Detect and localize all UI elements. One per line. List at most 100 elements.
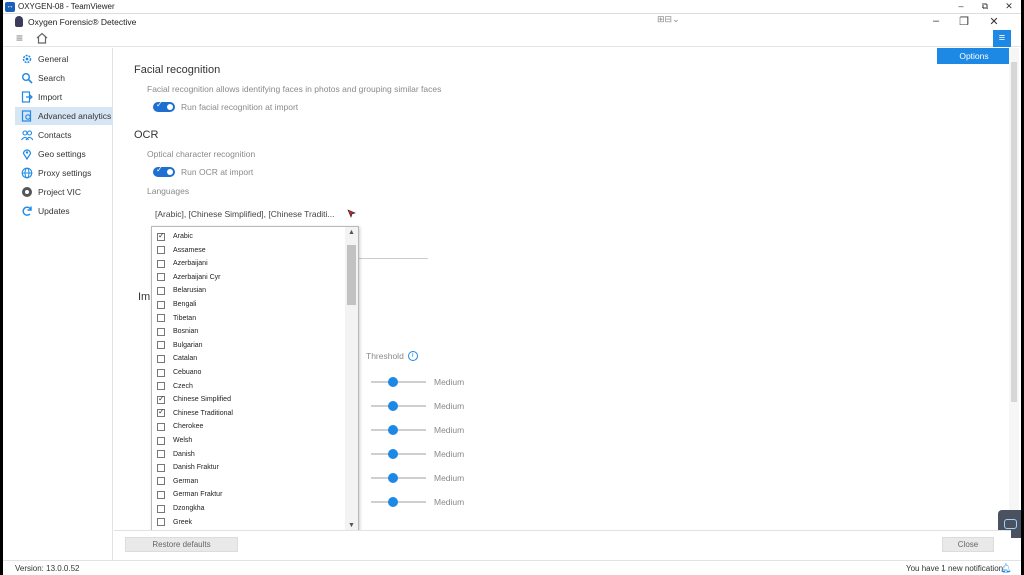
- language-option[interactable]: Greek: [157, 516, 192, 529]
- slider-knob[interactable]: [388, 449, 398, 459]
- language-option[interactable]: Danish: [157, 448, 195, 461]
- sidebar-item-import[interactable]: Import: [15, 88, 113, 106]
- language-option[interactable]: Cebuano: [157, 366, 201, 379]
- language-checkbox[interactable]: [157, 477, 165, 486]
- language-checkbox[interactable]: [157, 450, 165, 459]
- slider-knob[interactable]: [388, 425, 398, 435]
- sidebar-item-contacts[interactable]: Contacts: [15, 126, 113, 144]
- language-checkbox[interactable]: [157, 518, 165, 527]
- main-scrollbar[interactable]: [1009, 48, 1019, 530]
- scroll-up-icon[interactable]: ▲: [345, 227, 358, 239]
- language-option[interactable]: Bulgarian: [157, 339, 203, 352]
- threshold-slider[interactable]: [371, 377, 426, 387]
- language-checkbox[interactable]: [157, 504, 165, 513]
- threshold-slider[interactable]: [371, 497, 426, 507]
- language-option[interactable]: Chinese Simplified: [157, 393, 231, 406]
- sidebar-item-label: Geo settings: [38, 149, 86, 159]
- close-button[interactable]: Close: [942, 537, 994, 552]
- language-option[interactable]: Chinese Traditional: [157, 407, 233, 420]
- language-option[interactable]: Cherokee: [157, 420, 203, 433]
- language-option[interactable]: Welsh: [157, 434, 192, 447]
- threshold-slider[interactable]: [371, 473, 426, 483]
- language-checkbox[interactable]: [157, 382, 165, 391]
- home-icon[interactable]: [36, 32, 48, 46]
- language-checkbox[interactable]: [157, 407, 165, 418]
- ocr-toggle[interactable]: ✓: [153, 165, 175, 177]
- language-checkbox[interactable]: [157, 246, 165, 255]
- language-checkbox[interactable]: [157, 354, 165, 363]
- sidebar-item-label: Project VIC: [38, 187, 81, 197]
- bell-icon[interactable]: 🔔︎: [1000, 563, 1011, 574]
- language-checkbox[interactable]: [157, 286, 165, 295]
- slider-knob[interactable]: [388, 497, 398, 507]
- language-option[interactable]: German: [157, 475, 198, 488]
- language-checkbox[interactable]: [157, 314, 165, 323]
- threshold-slider[interactable]: [371, 449, 426, 459]
- sidebar-item-project-vic[interactable]: Project VIC: [15, 183, 113, 201]
- language-option[interactable]: Czech: [157, 380, 193, 393]
- languages-select[interactable]: [Arabic], [Chinese Simplified], [Chinese…: [155, 209, 335, 219]
- teamviewer-title: OXYGEN-08 - TeamViewer: [18, 2, 115, 11]
- facial-recognition-toggle-label: Run facial recognition at import: [181, 102, 299, 112]
- language-option[interactable]: Danish Fraktur: [157, 461, 219, 474]
- language-label: Arabic: [173, 233, 193, 240]
- language-option[interactable]: Belarusian: [157, 284, 206, 297]
- app-close-button[interactable]: ✕: [983, 15, 1005, 28]
- threshold-slider[interactable]: [371, 425, 426, 435]
- tv-close-button[interactable]: ✕: [999, 1, 1019, 12]
- import-icon: [20, 91, 33, 104]
- slider-knob[interactable]: [388, 377, 398, 387]
- dropdown-scrollbar[interactable]: ▲ ▼: [345, 227, 358, 532]
- restore-defaults-button[interactable]: Restore defaults: [125, 537, 238, 552]
- notification-text[interactable]: You have 1 new notification: [906, 564, 1003, 573]
- sidebar-item-proxy-settings[interactable]: Proxy settings: [15, 164, 113, 182]
- tv-minimize-button[interactable]: –: [951, 1, 971, 11]
- gear-icon: [20, 53, 33, 66]
- language-option[interactable]: Azerbaijani Cyr: [157, 271, 220, 284]
- language-checkbox[interactable]: [157, 368, 165, 377]
- sidebar-item-advanced-analytics[interactable]: Advanced analytics: [15, 107, 113, 125]
- tv-restore-button[interactable]: ⧉: [975, 1, 995, 12]
- language-checkbox[interactable]: [157, 436, 165, 445]
- scroll-thumb[interactable]: [1011, 62, 1017, 402]
- sidebar-item-updates[interactable]: Updates: [15, 202, 113, 220]
- app-minimize-button[interactable]: –: [925, 15, 947, 27]
- filter-icon[interactable]: ≡: [993, 30, 1011, 47]
- scroll-thumb[interactable]: [347, 245, 356, 305]
- info-icon[interactable]: i: [407, 351, 418, 361]
- threshold-value: Medium: [434, 377, 465, 387]
- sidebar-item-geo-settings[interactable]: Geo settings: [15, 145, 113, 163]
- language-checkbox[interactable]: [157, 259, 165, 268]
- language-option[interactable]: German Fraktur: [157, 488, 222, 501]
- language-label: Cherokee: [173, 423, 204, 431]
- language-option[interactable]: Azerbaijani: [157, 257, 208, 270]
- app-restore-button[interactable]: ❐: [953, 15, 975, 28]
- hamburger-icon[interactable]: ≡: [16, 32, 28, 44]
- language-checkbox[interactable]: [157, 341, 165, 350]
- language-option[interactable]: Dzongkha: [157, 502, 205, 515]
- language-checkbox[interactable]: [157, 327, 165, 336]
- language-checkbox[interactable]: [157, 463, 165, 472]
- slider-knob[interactable]: [388, 473, 398, 483]
- threshold-slider[interactable]: [371, 401, 426, 411]
- language-option[interactable]: Tibetan: [157, 312, 196, 325]
- slider-track: [371, 477, 426, 479]
- ocr-toggle-label: Run OCR at import: [181, 167, 254, 177]
- language-checkbox[interactable]: [157, 231, 165, 241]
- slider-knob[interactable]: [388, 401, 398, 411]
- sidebar-item-label: Advanced analytics: [38, 111, 112, 121]
- language-checkbox[interactable]: [157, 273, 165, 282]
- sidebar-item-search[interactable]: Search: [15, 69, 113, 87]
- language-checkbox[interactable]: [157, 300, 165, 309]
- language-checkbox[interactable]: [157, 422, 165, 431]
- language-option[interactable]: Assamese: [157, 244, 206, 257]
- sidebar-item-general[interactable]: General: [15, 50, 113, 68]
- language-option[interactable]: Bosnian: [157, 325, 198, 338]
- language-checkbox[interactable]: [157, 490, 165, 499]
- teamviewer-panel-handle[interactable]: ⊞⊟⌄: [657, 14, 680, 25]
- language-option[interactable]: Catalan: [157, 352, 197, 365]
- language-option[interactable]: Arabic: [157, 230, 193, 243]
- language-checkbox[interactable]: [157, 394, 165, 404]
- facial-recognition-toggle[interactable]: ✓: [153, 100, 175, 112]
- language-option[interactable]: Bengali: [157, 298, 196, 311]
